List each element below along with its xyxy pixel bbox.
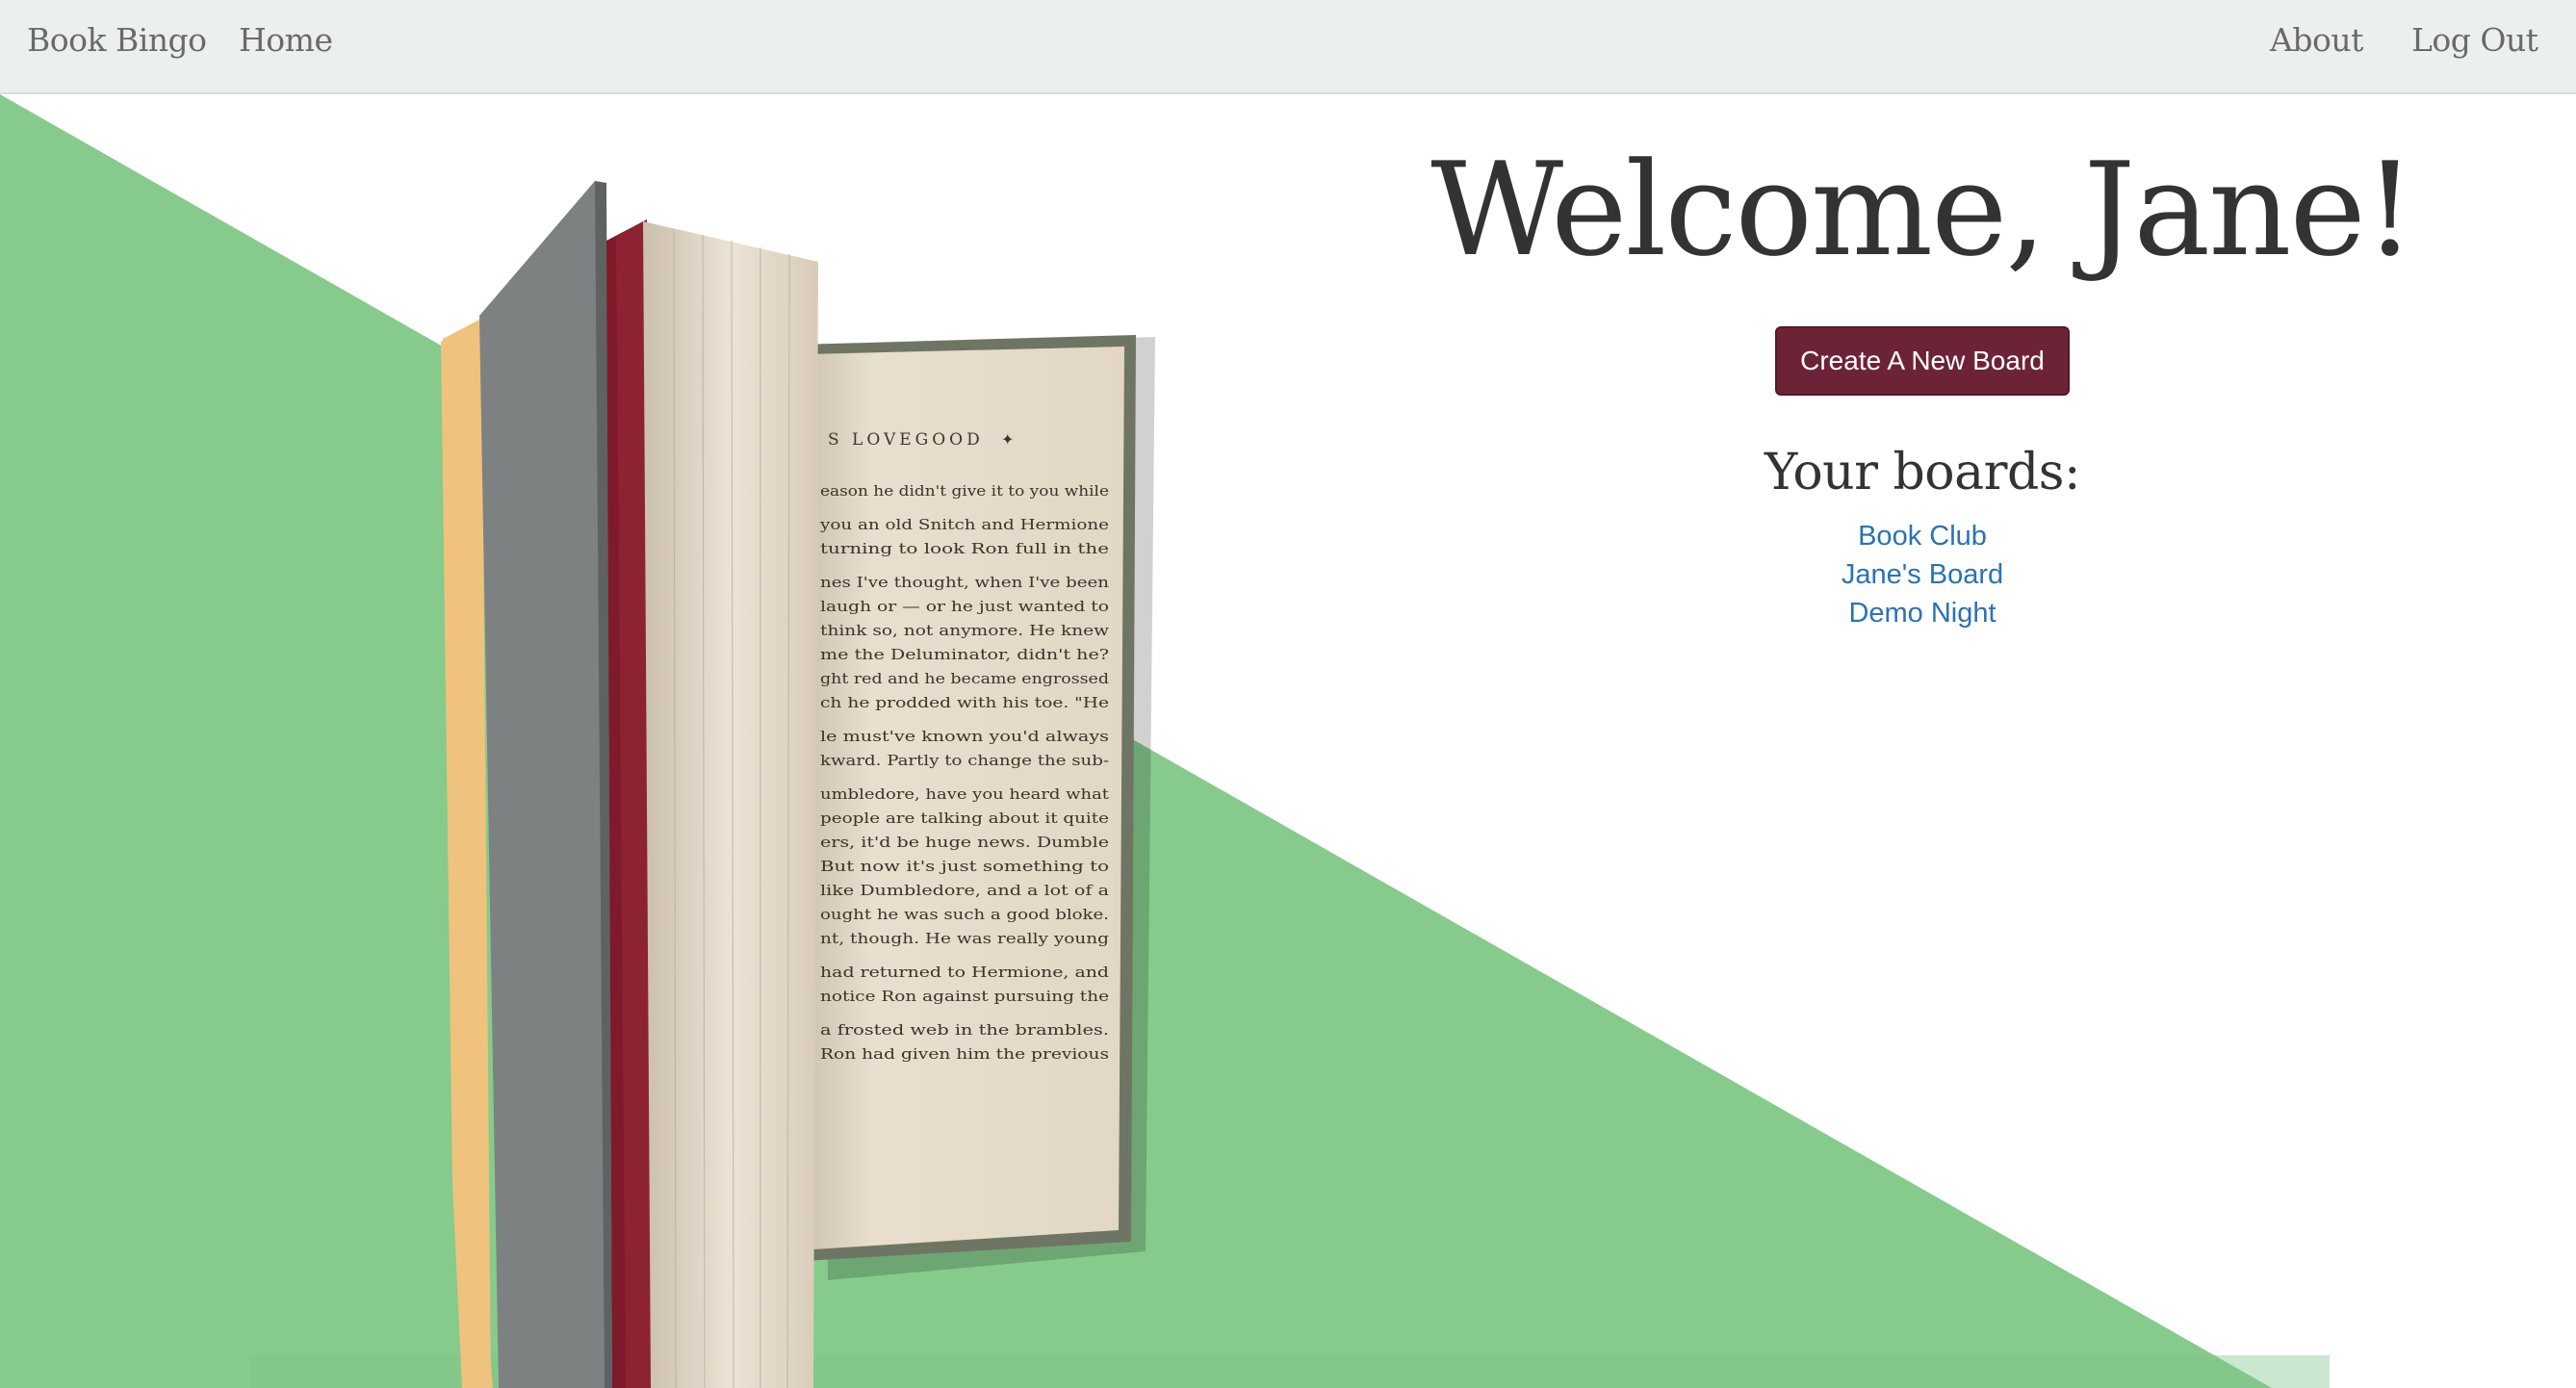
open-book-image: S LOVEGOOD ✦ eason he didn't give it to … [441,181,1155,1388]
navbar: Book Bingo Home About Log Out [0,0,2576,94]
board-link-janes-board[interactable]: Jane's Board [1377,555,2468,594]
book-text-line: turning to look Ron full in the [820,540,1109,557]
book-text-line: ght red and he became engrossed [820,670,1109,687]
book-text-line: nt, though. He was really young [820,930,1109,947]
book-text-line: people are talking about it quite [820,810,1109,827]
book-text-line: nes I've thought, when I've been [820,574,1109,591]
your-boards-heading: Your boards: [1765,443,2080,501]
nav-home-link[interactable]: Home [239,21,333,59]
book-text-line: ers, it'd be huge news. Dumble [820,834,1109,851]
book-text-line: notice Ron against pursuing the [820,988,1109,1005]
main-content: Welcome, Jane! Create A New Board Your b… [1377,94,2468,632]
board-link-book-club[interactable]: Book Club [1377,517,2468,555]
list-item: Book Club [1377,517,2468,555]
list-item: Demo Night [1377,594,2468,632]
book-text-line: ch he prodded with his toe. "He [820,694,1109,711]
nav-about-link[interactable]: About [2270,21,2363,59]
welcome-heading: Welcome, Jane! [1430,135,2415,285]
book-running-head: S LOVEGOOD [828,430,984,450]
nav-logout-link[interactable]: Log Out [2411,21,2538,59]
book-text-line: Ron had given him the previous [820,1045,1109,1063]
book-text-line: eason he didn't give it to you while [820,482,1109,500]
book-text-line: laugh or — or he just wanted to [820,598,1109,615]
board-link-demo-night[interactable]: Demo Night [1377,594,2468,632]
book-text-line: me the Deluminator, didn't he? [820,646,1109,663]
book-text-line: But now it's just something to [820,858,1109,875]
book-text-line: a frosted web in the brambles. [820,1021,1109,1039]
book-text-line: kward. Partly to change the sub- [820,752,1109,769]
board-list: Book Club Jane's Board Demo Night [1377,517,2468,632]
create-board-button[interactable]: Create A New Board [1775,325,2070,396]
list-item: Jane's Board [1377,555,2468,594]
book-text-line: umbledore, have you heard what [820,785,1109,803]
book-text-line: think so, not anymore. He knew [820,622,1109,639]
book-text-line: you an old Snitch and Hermione [819,516,1109,533]
book-text-line: like Dumbledore, and a lot of a [820,882,1109,899]
book-text-line: le must've known you'd always [820,728,1109,745]
book-text-line: had returned to Hermione, and [820,964,1109,981]
book-text-line: ought he was such a good bloke. [820,906,1109,923]
brand-link[interactable]: Book Bingo [27,21,207,59]
svg-text:✦: ✦ [1001,430,1014,449]
